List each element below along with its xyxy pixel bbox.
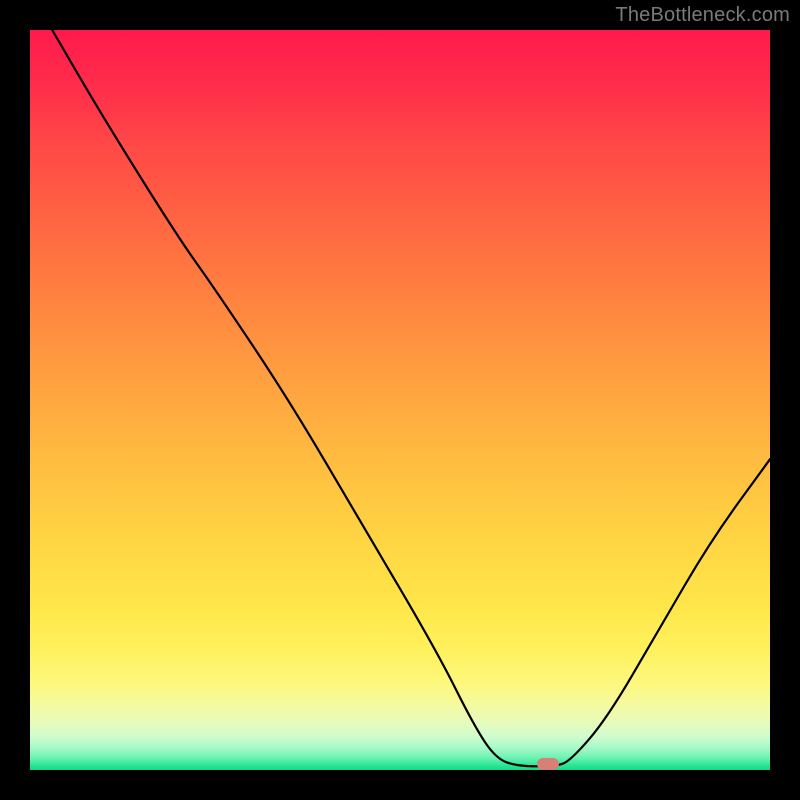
curve-path xyxy=(52,30,770,766)
chart-frame: TheBottleneck.com xyxy=(0,0,800,800)
bottleneck-curve xyxy=(30,30,770,770)
optimum-marker xyxy=(537,758,559,770)
plot-area xyxy=(30,30,770,770)
watermark-text: TheBottleneck.com xyxy=(615,4,790,27)
